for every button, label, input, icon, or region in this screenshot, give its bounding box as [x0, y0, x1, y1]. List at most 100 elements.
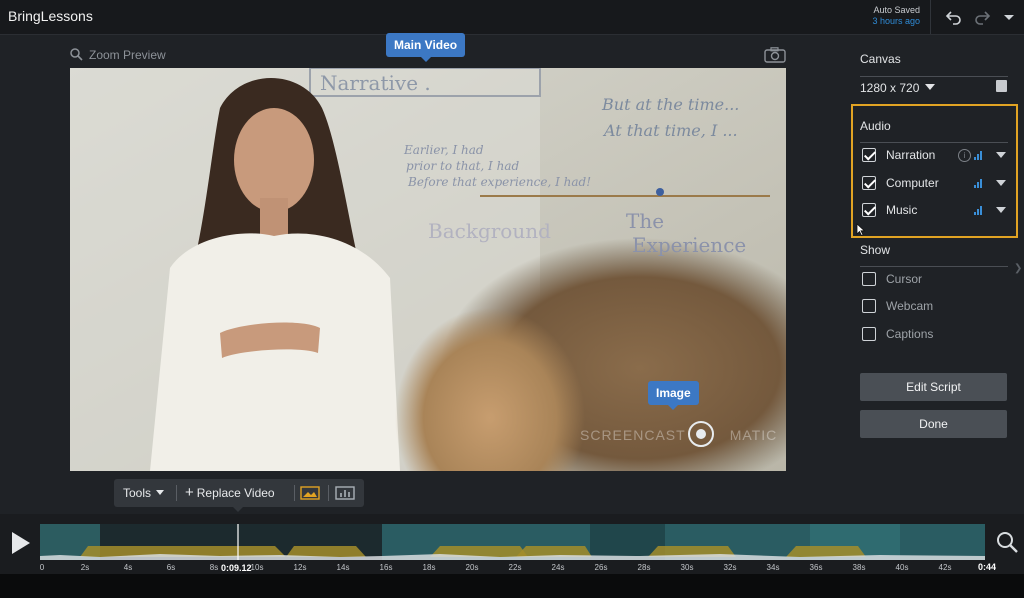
zoom-preview[interactable]: Zoom Preview — [70, 48, 166, 62]
cursor-checkbox[interactable] — [862, 272, 876, 286]
bottom-bar — [0, 574, 1024, 598]
chevron-down-icon[interactable] — [996, 207, 1006, 213]
board-text-9: Experience — [632, 233, 746, 257]
computer-checkbox[interactable] — [862, 176, 876, 190]
timeline-tick-label: 8s — [209, 563, 219, 572]
canvas-section-title: Canvas — [860, 52, 901, 66]
timeline-tick-label: 16s — [379, 563, 393, 572]
chevron-right-icon[interactable]: ❯ — [1014, 263, 1022, 274]
board-text-8: The — [626, 209, 664, 233]
narration-label: Narration — [886, 148, 936, 162]
app-title: BringLessons — [8, 8, 93, 24]
tools-label: Tools — [123, 486, 152, 500]
timeline-tick-label: 4s — [123, 563, 133, 572]
computer-label: Computer — [886, 176, 939, 190]
main-video-callout[interactable]: Main Video — [386, 33, 466, 62]
replace-video-button[interactable]: + Replace Video — [185, 484, 275, 501]
done-button[interactable]: Done — [860, 410, 1007, 438]
zoom-preview-label: Zoom Preview — [89, 48, 166, 62]
tools-menu[interactable]: Tools — [123, 486, 165, 500]
captions-checkbox[interactable] — [862, 327, 876, 341]
chart-icon[interactable] — [335, 484, 355, 502]
autosave-status: Auto Saved 3 hours ago — [872, 5, 920, 27]
timeline-tick-label: 12s — [293, 563, 307, 572]
music-label: Music — [886, 203, 918, 217]
tools-bar: Tools + Replace Video — [114, 479, 364, 512]
timeline-tick-label: 24s — [551, 563, 565, 572]
narration-checkbox[interactable] — [862, 148, 876, 162]
mouse-cursor-icon — [856, 223, 866, 236]
timeline-tick-label: 0 — [39, 563, 45, 572]
timeline-tick-label: 26s — [594, 563, 608, 572]
timeline-tick-label: 30s — [680, 563, 694, 572]
webcam-checkbox[interactable] — [862, 299, 876, 313]
canvas-size-value: 1280 x 720 — [860, 81, 920, 95]
timeline-tick-label: 40s — [895, 563, 909, 572]
divider — [328, 485, 329, 501]
chevron-down-icon — [156, 490, 165, 495]
play-icon[interactable] — [12, 532, 30, 554]
divider — [294, 485, 295, 501]
captions-label: Captions — [886, 327, 934, 341]
canvas-color-swatch[interactable] — [996, 80, 1007, 92]
music-checkbox[interactable] — [862, 203, 876, 217]
playhead-time: 0:09.12 — [221, 563, 252, 573]
replace-video-label: Replace Video — [196, 486, 275, 500]
image-icon[interactable] — [300, 484, 320, 502]
timeline-tick-label: 28s — [637, 563, 651, 572]
edit-script-button[interactable]: Edit Script — [860, 373, 1007, 401]
board-text-5: prior to that, I had — [406, 159, 519, 173]
chevron-down-icon[interactable] — [996, 152, 1006, 158]
autosave-time[interactable]: 3 hours ago — [872, 16, 920, 27]
show-section-title: Show — [860, 243, 891, 257]
menu-caret-icon[interactable] — [1000, 8, 1018, 26]
video-preview[interactable]: Narrative . But at the time... At that t… — [70, 68, 786, 471]
timeline-tick-label: 2s — [80, 563, 90, 572]
webcam-label: Webcam — [886, 299, 934, 313]
divider — [860, 266, 1008, 267]
watermark: SCREENCAST MATIC — [580, 427, 777, 443]
timeline-tick-label: 42s — [938, 563, 952, 572]
audio-level-icon — [974, 150, 984, 160]
board-text-7: Background — [428, 219, 551, 243]
end-time: 0:44 — [978, 562, 997, 572]
divider — [860, 76, 1008, 77]
audio-section-title: Audio — [860, 119, 891, 133]
watermark-left: SCREENCAST — [580, 427, 686, 443]
search-icon[interactable] — [995, 530, 1019, 554]
timeline-tick-label: 6s — [166, 563, 176, 572]
audio-level-icon — [974, 178, 984, 188]
timeline-tick-label: 18s — [422, 563, 436, 572]
board-text-4: Earlier, I had — [403, 143, 484, 157]
undo-icon[interactable] — [945, 8, 963, 26]
board-text-1: Narrative . — [320, 71, 431, 95]
image-callout[interactable]: Image — [648, 381, 699, 410]
timeline-track[interactable] — [40, 524, 985, 560]
board-text-6: Before that experience, I had! — [407, 175, 591, 189]
timeline-tick-label: 36s — [809, 563, 823, 572]
chevron-down-icon — [925, 84, 936, 90]
chevron-down-icon[interactable] — [996, 180, 1006, 186]
board-text-3: At that time, I ... — [602, 121, 738, 140]
image-overlay-handle[interactable] — [688, 421, 714, 447]
audio-level-icon — [974, 205, 984, 215]
video-still: Narrative . But at the time... At that t… — [70, 68, 786, 471]
title-bar: BringLessons Auto Saved 3 hours ago — [0, 0, 1024, 35]
info-icon[interactable]: i — [958, 149, 971, 162]
redo-icon[interactable] — [973, 8, 991, 26]
cursor-label: Cursor — [886, 272, 923, 286]
divider — [860, 142, 1008, 143]
timeline-tick-label: 10s — [250, 563, 264, 572]
camera-icon[interactable] — [764, 47, 786, 63]
timeline-tick-label: 22s — [508, 563, 522, 572]
plus-icon: + — [185, 484, 194, 501]
toolbar-divider — [930, 0, 931, 34]
board-text-2: But at the time... — [601, 95, 739, 114]
timeline-tick-label: 34s — [766, 563, 780, 572]
timeline-tick-label: 20s — [465, 563, 479, 572]
timeline-tick-label: 32s — [723, 563, 737, 572]
search-icon — [70, 48, 83, 61]
watermark-right: MATIC — [729, 427, 778, 443]
canvas-size-dropdown[interactable]: 1280 x 720 — [860, 81, 936, 95]
timeline-tick-label: 38s — [852, 563, 866, 572]
